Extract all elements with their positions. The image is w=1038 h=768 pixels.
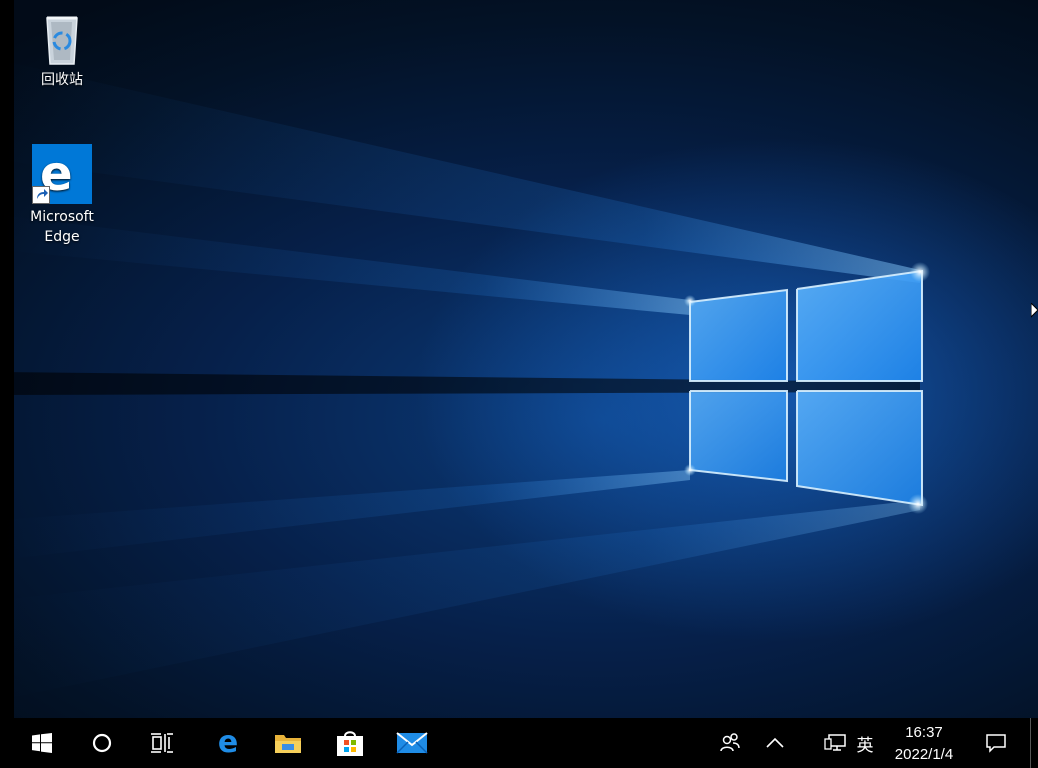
taskbar-store-button[interactable] [326, 718, 374, 768]
edge-icon: e [217, 725, 239, 760]
taskbar-mail-button[interactable] [388, 718, 436, 768]
taskbar-file-explorer-button[interactable] [264, 718, 312, 768]
people-button[interactable] [712, 718, 748, 768]
desktop-icon-label-line2: Edge [44, 229, 80, 245]
mouse-cursor-icon [1030, 301, 1038, 323]
show-hidden-icons-button[interactable] [758, 718, 792, 768]
network-button[interactable] [818, 718, 852, 768]
start-button[interactable] [18, 718, 66, 768]
clock-time: 16:37 [905, 724, 943, 741]
recycle-bin-icon [46, 16, 78, 65]
windows-logo-wallpaper [0, 60, 930, 700]
mail-icon [396, 732, 428, 754]
windows-start-icon [32, 733, 52, 753]
file-explorer-icon [275, 735, 301, 753]
shortcut-arrow-icon [32, 186, 50, 204]
input-method-indicator[interactable]: 英 [852, 718, 878, 768]
taskbar-edge-button[interactable]: e [204, 718, 252, 768]
network-icon [824, 734, 846, 751]
action-center-icon [986, 734, 1006, 753]
desktop-icon-label: 回收站 [41, 72, 83, 88]
taskbar: e 英 16:37 2022/1/4 [0, 718, 1038, 768]
desktop-icon-microsoft-edge[interactable]: e Microsoft Edge [24, 144, 100, 247]
clock-date: 2022/1/4 [894, 746, 954, 763]
cortana-button[interactable] [78, 718, 126, 768]
store-icon [337, 731, 363, 756]
task-view-button[interactable] [138, 718, 186, 768]
desktop-icon-recycle-bin[interactable]: 回收站 [24, 8, 100, 90]
desktop-wallpaper[interactable]: 回收站 e Microsoft Edge [0, 0, 1038, 718]
cortana-circle-icon [92, 733, 112, 753]
show-desktop-button[interactable] [1030, 718, 1031, 768]
desktop-icon-label-line1: Microsoft [30, 209, 94, 225]
clock[interactable]: 16:37 2022/1/4 [880, 718, 968, 768]
edge-icon: e [32, 144, 92, 204]
people-icon [720, 733, 740, 752]
action-center-button[interactable] [978, 718, 1014, 768]
task-view-icon [151, 733, 173, 753]
chevron-up-icon [766, 737, 784, 748]
